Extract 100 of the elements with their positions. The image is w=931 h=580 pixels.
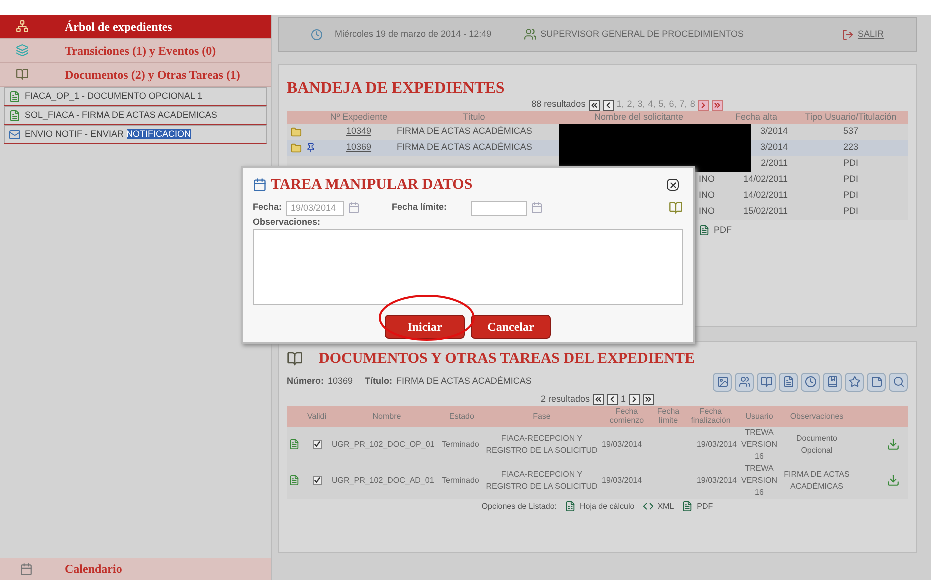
sidebar-section[interactable]: Transiciones (1) y Eventos (0) <box>0 39 271 63</box>
table-cell: Terminado <box>442 440 480 448</box>
table-cell: PDI <box>843 190 858 200</box>
column-header[interactable]: Observaciones <box>782 412 852 420</box>
table-cell: 3/2014 <box>760 126 788 136</box>
previous-page-button[interactable] <box>607 394 618 405</box>
column-header[interactable]: Nº Expediente <box>329 110 389 124</box>
page-link[interactable]: 1, <box>616 98 624 112</box>
table-cell: INO <box>698 174 715 184</box>
column-header[interactable]: Usuario <box>737 412 782 420</box>
column-header[interactable]: Nombre del solicitante <box>559 110 719 124</box>
document-item[interactable]: ENVIO NOTIF - ENVIAR NOTIFICACION <box>4 125 267 144</box>
document-icon <box>289 439 300 450</box>
table-cell: INO <box>698 190 715 200</box>
page-link[interactable]: 7, <box>680 98 688 112</box>
previous-page-button[interactable] <box>602 100 614 110</box>
column-header[interactable]: Fecha alta <box>719 110 794 124</box>
download-icon[interactable] <box>887 438 900 451</box>
page-link[interactable]: 5, <box>658 98 666 112</box>
results-count: 88 resultados <box>532 98 586 112</box>
file-number-link[interactable]: 10369 <box>346 142 372 152</box>
table-cell: UGR_PR_102_DOC_OP_01 <box>332 440 435 448</box>
export-link[interactable]: PDF <box>697 500 714 512</box>
date-text: Miércoles 19 de marzo de 2014 - 12:49 <box>335 28 492 41</box>
column-header[interactable]: Título <box>389 110 559 124</box>
table-cell: 14/02/2011 <box>744 174 788 184</box>
table-cell: 19/03/2014 <box>696 440 737 448</box>
export-link[interactable]: XML <box>658 500 674 512</box>
pdf-link[interactable]: PDF <box>714 224 732 238</box>
page-link[interactable]: 2, <box>627 98 635 112</box>
sidebar-section[interactable]: Árbol de expedientes <box>0 15 271 39</box>
close-button[interactable] <box>667 179 679 192</box>
panel-title: BANDEJA DE EXPEDIENTES <box>287 79 506 99</box>
cancel-button[interactable]: Cancelar <box>471 315 551 339</box>
title-label: Título: <box>365 375 393 388</box>
logout-link[interactable]: SALIR <box>858 28 884 42</box>
table-row[interactable]: 10349 FIRMA DE ACTAS ACADÉMICAS 3/2014 537 <box>287 124 908 140</box>
page-link[interactable]: 4, <box>648 98 656 112</box>
code-icon <box>642 501 654 512</box>
last-page-button[interactable] <box>643 394 654 405</box>
toolbar-button[interactable] <box>867 372 886 392</box>
table-cell: FIRMA DE ACTAS ACADÉMICAS <box>397 142 532 152</box>
calendar-icon[interactable] <box>531 202 544 214</box>
calendar-section[interactable]: Calendario <box>0 558 271 580</box>
checkbox[interactable] <box>312 476 322 485</box>
sidebar-section-label: Transiciones (1) y Eventos (0) <box>65 42 216 60</box>
due-date-label: Fecha límite: <box>392 201 448 214</box>
book-icon <box>16 68 29 81</box>
panel-title: DOCUMENTOS Y OTRAS TAREAS DEL EXPEDIENTE <box>319 350 696 369</box>
calendar-icon[interactable] <box>348 202 360 214</box>
chevron-icon <box>713 100 722 110</box>
toolbar-button[interactable] <box>823 372 842 392</box>
page-link[interactable]: 3, <box>638 98 646 112</box>
document-item[interactable]: SOL_FIACA - FIRMA DE ACTAS ACADEMICAS <box>4 106 267 125</box>
chevron-icon <box>594 395 603 404</box>
close-icon <box>668 180 678 190</box>
column-header[interactable]: Nombre <box>332 412 442 420</box>
page-link[interactable]: 8 <box>690 98 696 112</box>
toolbar-button[interactable] <box>845 372 864 392</box>
table-cell: 3/2014 <box>760 142 788 152</box>
column-header[interactable]: Fecha finalización <box>685 407 737 425</box>
column-header[interactable]: Fecha límite <box>652 407 685 425</box>
column-header[interactable]: Fase <box>482 412 602 420</box>
page-link[interactable]: 6, <box>669 98 677 112</box>
observations-field[interactable] <box>253 229 683 305</box>
first-page-button[interactable] <box>588 100 600 110</box>
toolbar-button[interactable] <box>735 372 754 392</box>
pdf-icon <box>682 501 694 512</box>
toolbar-icon <box>870 376 882 388</box>
chevron-icon <box>590 100 599 110</box>
checkbox[interactable] <box>312 440 322 449</box>
file-number-link[interactable]: 10349 <box>346 126 372 136</box>
toolbar-button[interactable] <box>801 372 820 392</box>
table-cell: PDI <box>843 174 858 184</box>
table-cell: INO <box>698 206 715 216</box>
toolbar-button[interactable] <box>779 372 798 392</box>
folder-icon <box>291 142 302 154</box>
export-link[interactable]: Hoja de cálculo <box>580 500 635 512</box>
column-header[interactable]: Estado <box>442 412 482 420</box>
due-date-field[interactable] <box>471 200 528 216</box>
toolbar-button[interactable] <box>713 372 732 392</box>
column-header[interactable]: Fecha comienzo <box>602 407 652 425</box>
table-cell: 537 <box>843 126 859 136</box>
document-label: SOL_FIACA - FIRMA DE ACTAS ACADEMICAS <box>25 108 218 122</box>
column-header[interactable]: Tipo Usuario/Titulación <box>794 110 908 124</box>
start-button[interactable]: Iniciar <box>385 315 465 339</box>
date-field[interactable]: 19/03/2014 <box>286 200 344 216</box>
sidebar-section[interactable]: Documentos (2) y Otras Tareas (1) <box>0 63 271 87</box>
next-page-button[interactable] <box>629 394 640 405</box>
first-page-button[interactable] <box>593 394 604 405</box>
download-icon[interactable] <box>887 474 900 487</box>
user-name: SUPERVISOR GENERAL DE PROCEDIMIENTOS <box>540 28 744 41</box>
toolbar-button[interactable] <box>757 372 776 392</box>
listing-options-label: Opciones de Listado: <box>482 500 557 512</box>
column-header[interactable]: Validi <box>302 412 332 420</box>
table-row[interactable]: 10369 FIRMA DE ACTAS ACADÉMICAS 3/2014 223 <box>287 140 908 156</box>
toolbar-icon <box>848 376 860 388</box>
document-item[interactable]: FIACA_OP_1 - DOCUMENTO OPCIONAL 1 <box>4 87 267 106</box>
toolbar-button[interactable] <box>889 372 908 392</box>
tree-icon <box>16 20 29 33</box>
